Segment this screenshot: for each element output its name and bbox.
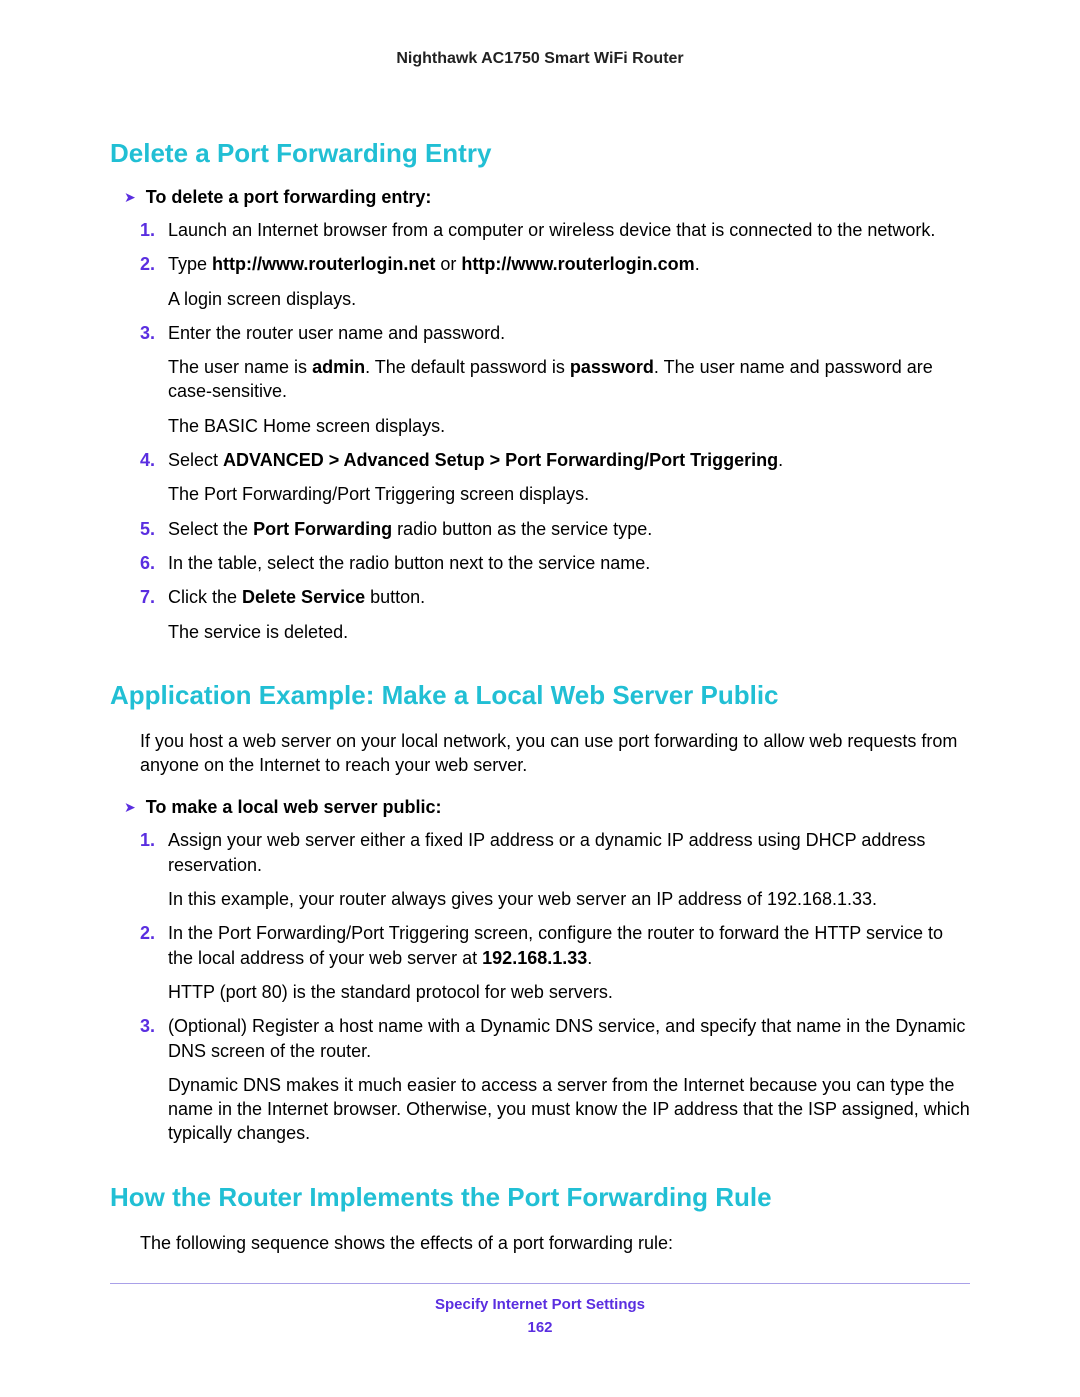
step-result: In this example, your router always give… bbox=[168, 887, 970, 911]
step-text: In the table, select the radio button ne… bbox=[168, 553, 650, 573]
footer-divider bbox=[110, 1283, 970, 1284]
bold-text: http://www.routerlogin.net bbox=[212, 254, 435, 274]
task-delete-entry: ➤ To delete a port forwarding entry: bbox=[124, 187, 970, 208]
heading-web-server-public: Application Example: Make a Local Web Se… bbox=[110, 680, 970, 711]
step-text: Click the bbox=[168, 587, 242, 607]
bold-text: admin bbox=[312, 357, 365, 377]
step-result: The user name is admin. The default pass… bbox=[168, 355, 970, 404]
bold-text: ADVANCED > Advanced Setup > Port Forward… bbox=[223, 450, 778, 470]
step-result: The Port Forwarding/Port Triggering scre… bbox=[168, 482, 970, 506]
step-text: button. bbox=[365, 587, 425, 607]
bold-text: password bbox=[570, 357, 654, 377]
step-result: The BASIC Home screen displays. bbox=[168, 414, 970, 438]
step: In the Port Forwarding/Port Triggering s… bbox=[140, 921, 970, 1004]
bold-text: Port Forwarding bbox=[253, 519, 392, 539]
section-intro: If you host a web server on your local n… bbox=[140, 729, 970, 778]
step-text: . bbox=[695, 254, 700, 274]
step-result: The service is deleted. bbox=[168, 620, 970, 644]
step: Click the Delete Service button. The ser… bbox=[140, 585, 970, 644]
step-result: Dynamic DNS makes it much easier to acce… bbox=[168, 1073, 970, 1146]
step: Select the Port Forwarding radio button … bbox=[140, 517, 970, 541]
bold-text: 192.168.1.33 bbox=[482, 948, 587, 968]
heading-delete-entry: Delete a Port Forwarding Entry bbox=[110, 138, 970, 169]
step-text: Assign your web server either a fixed IP… bbox=[168, 830, 925, 874]
step: Enter the router user name and password.… bbox=[140, 321, 970, 438]
triangle-right-icon: ➤ bbox=[124, 189, 136, 206]
page: Nighthawk AC1750 Smart WiFi Router Delet… bbox=[0, 0, 1080, 1397]
step: Select ADVANCED > Advanced Setup > Port … bbox=[140, 448, 970, 507]
bold-text: http://www.routerlogin.com bbox=[461, 254, 694, 274]
step: (Optional) Register a host name with a D… bbox=[140, 1014, 970, 1145]
step-text: (Optional) Register a host name with a D… bbox=[168, 1016, 965, 1060]
bold-text: Delete Service bbox=[242, 587, 365, 607]
step: Launch an Internet browser from a comput… bbox=[140, 218, 970, 242]
heading-how-implements: How the Router Implements the Port Forwa… bbox=[110, 1182, 970, 1213]
footer-page-number: 162 bbox=[110, 1319, 970, 1336]
step-text: Select the bbox=[168, 519, 253, 539]
task-label: To delete a port forwarding entry: bbox=[146, 187, 432, 208]
step: In the table, select the radio button ne… bbox=[140, 551, 970, 575]
triangle-right-icon: ➤ bbox=[124, 799, 136, 816]
steps-delete-entry: Launch an Internet browser from a comput… bbox=[140, 218, 970, 644]
steps-web-server-public: Assign your web server either a fixed IP… bbox=[140, 828, 970, 1145]
text: The user name is bbox=[168, 357, 312, 377]
step-text: Select bbox=[168, 450, 223, 470]
step-text: radio button as the service type. bbox=[392, 519, 652, 539]
step: Assign your web server either a fixed IP… bbox=[140, 828, 970, 911]
section-intro: The following sequence shows the effects… bbox=[140, 1231, 970, 1255]
task-label: To make a local web server public: bbox=[146, 797, 442, 818]
step: Type http://www.routerlogin.net or http:… bbox=[140, 252, 970, 311]
step-text: Launch an Internet browser from a comput… bbox=[168, 220, 935, 240]
text: . The default password is bbox=[365, 357, 570, 377]
step-text: or bbox=[435, 254, 461, 274]
page-footer: Specify Internet Port Settings 162 bbox=[110, 1296, 970, 1336]
step-result: HTTP (port 80) is the standard protocol … bbox=[168, 980, 970, 1004]
step-text: Enter the router user name and password. bbox=[168, 323, 505, 343]
document-title: Nighthawk AC1750 Smart WiFi Router bbox=[110, 50, 970, 68]
task-web-server-public: ➤ To make a local web server public: bbox=[124, 797, 970, 818]
step-text: Type bbox=[168, 254, 212, 274]
step-text: . bbox=[778, 450, 783, 470]
step-result: A login screen displays. bbox=[168, 287, 970, 311]
footer-title: Specify Internet Port Settings bbox=[110, 1296, 970, 1313]
step-text: . bbox=[587, 948, 592, 968]
